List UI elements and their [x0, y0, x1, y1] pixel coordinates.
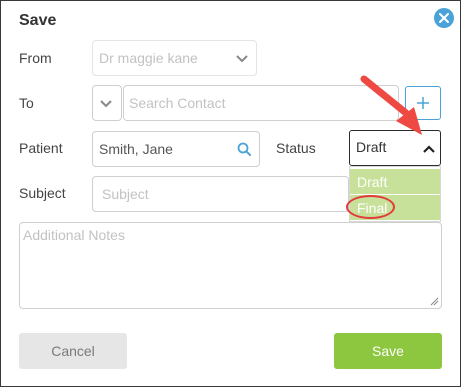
subject-input[interactable]: Subject — [92, 176, 349, 212]
from-label: From — [19, 50, 52, 66]
status-option-draft[interactable]: Draft — [350, 169, 440, 194]
to-label: To — [19, 95, 34, 111]
chevron-down-icon — [100, 100, 112, 108]
patient-label: Patient — [19, 140, 63, 156]
from-value: Dr maggie kane — [99, 50, 198, 66]
status-label: Status — [276, 140, 316, 156]
to-type-select[interactable] — [92, 85, 122, 121]
save-dialog: Save From Dr maggie kane To Search Conta… — [0, 0, 461, 387]
chevron-down-icon — [236, 55, 248, 63]
from-select[interactable]: Dr maggie kane — [92, 40, 257, 76]
additional-notes-textarea[interactable]: Additional Notes — [19, 222, 442, 309]
dialog-title: Save — [19, 12, 57, 29]
resize-handle-icon[interactable] — [430, 297, 439, 306]
search-icon[interactable] — [237, 142, 251, 156]
patient-value: Smith, Jane — [99, 141, 173, 157]
to-placeholder: Search Contact — [129, 95, 226, 111]
cancel-button[interactable]: Cancel — [19, 333, 127, 369]
notes-placeholder: Additional Notes — [23, 227, 125, 243]
save-button[interactable]: Save — [334, 333, 442, 369]
status-option-label: Draft — [357, 174, 388, 190]
close-button[interactable] — [434, 8, 454, 28]
subject-label: Subject — [19, 185, 66, 201]
annotation-arrow-icon — [360, 75, 422, 135]
annotation-circle — [346, 195, 395, 219]
patient-search-input[interactable]: Smith, Jane — [92, 131, 260, 167]
status-value: Draft — [356, 139, 387, 155]
chevron-up-icon — [423, 145, 435, 153]
subject-placeholder: Subject — [102, 186, 149, 202]
close-icon — [439, 13, 449, 23]
